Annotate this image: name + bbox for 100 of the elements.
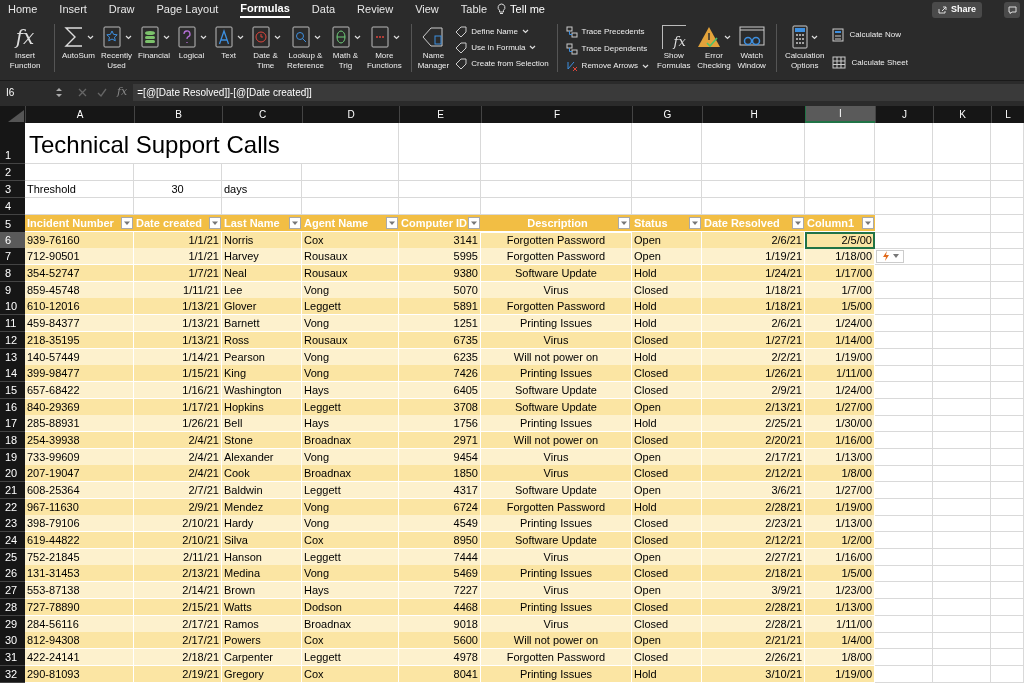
- empty-cell[interactable]: [805, 123, 875, 164]
- empty-cell[interactable]: [302, 123, 399, 164]
- function-category-button[interactable]: Financial: [135, 24, 174, 61]
- empty-cell[interactable]: [991, 215, 1024, 233]
- empty-cell[interactable]: [991, 181, 1024, 198]
- row-header[interactable]: 27: [0, 582, 25, 600]
- empty-cell[interactable]: [933, 231, 991, 249]
- empty-cell[interactable]: [991, 482, 1024, 499]
- empty-cell[interactable]: [933, 565, 991, 583]
- empty-cell[interactable]: [933, 665, 991, 683]
- row-header[interactable]: 2: [0, 164, 25, 181]
- column-header[interactable]: A: [25, 106, 134, 123]
- empty-cell[interactable]: [302, 164, 399, 181]
- empty-cell[interactable]: [991, 265, 1024, 283]
- empty-cell[interactable]: [933, 582, 991, 600]
- empty-cell[interactable]: [991, 582, 1024, 600]
- row-header[interactable]: 3: [0, 181, 25, 198]
- ribbon-small-button[interactable]: Trace Dependents: [565, 43, 650, 55]
- filter-dropdown-icon[interactable]: [468, 217, 480, 229]
- empty-cell[interactable]: [481, 164, 632, 181]
- ribbon-small-button[interactable]: Trace Precedents: [565, 26, 650, 38]
- empty-cell[interactable]: [875, 181, 933, 198]
- calculation-options-button[interactable]: Calculation Options: [784, 24, 825, 71]
- column-header[interactable]: J: [875, 106, 933, 123]
- row-header[interactable]: 4: [0, 198, 25, 215]
- empty-cell[interactable]: [933, 415, 991, 433]
- empty-cell[interactable]: [875, 164, 933, 181]
- empty-cell[interactable]: [875, 123, 933, 164]
- empty-cell[interactable]: [933, 615, 991, 633]
- empty-cell[interactable]: [991, 315, 1024, 333]
- row-header[interactable]: 1: [0, 123, 25, 164]
- column-header[interactable]: K: [933, 106, 991, 123]
- empty-cell[interactable]: [933, 348, 991, 366]
- ribbon-tab[interactable]: Formulas: [240, 0, 290, 18]
- empty-cell[interactable]: [991, 123, 1024, 164]
- auditing-button[interactable]: Error Checking: [694, 24, 734, 71]
- column-header[interactable]: L: [991, 106, 1024, 123]
- auditing-button[interactable]: fx Show Formulas: [655, 24, 693, 71]
- column-header[interactable]: B: [134, 106, 222, 123]
- ribbon-tab[interactable]: Home: [8, 1, 38, 17]
- ribbon-small-button[interactable]: Define Name: [455, 26, 549, 37]
- function-category-button[interactable]: Date & Time: [247, 24, 285, 71]
- column-header[interactable]: C: [222, 106, 302, 123]
- row-header[interactable]: 17: [0, 415, 25, 433]
- function-category-button[interactable]: AutoSum: [59, 24, 98, 61]
- row-header[interactable]: 5: [0, 215, 25, 233]
- empty-cell[interactable]: [933, 123, 991, 164]
- empty-cell[interactable]: [933, 281, 991, 299]
- empty-cell[interactable]: [991, 465, 1024, 483]
- empty-cell[interactable]: [991, 331, 1024, 349]
- ribbon-small-button[interactable]: Create from Selection: [455, 58, 549, 69]
- share-button[interactable]: Share: [932, 2, 982, 18]
- empty-cell[interactable]: [805, 164, 875, 181]
- row-header[interactable]: 14: [0, 365, 25, 383]
- empty-cell[interactable]: [933, 648, 991, 666]
- empty-cell[interactable]: [805, 181, 875, 198]
- ribbon-small-button[interactable]: Calculate Sheet: [832, 56, 908, 69]
- function-category-button[interactable]: Math & Trig: [326, 24, 364, 71]
- empty-cell[interactable]: [991, 398, 1024, 416]
- tell-me-field[interactable]: Tell me: [510, 0, 545, 18]
- empty-cell[interactable]: [933, 465, 991, 483]
- formula-field[interactable]: =[@[Date Resolved]]-[@[Date created]]: [133, 83, 1024, 101]
- empty-cell[interactable]: [933, 365, 991, 383]
- function-category-button[interactable]: More Functions: [363, 24, 405, 71]
- empty-cell[interactable]: [991, 348, 1024, 366]
- empty-cell[interactable]: [702, 181, 805, 198]
- ribbon-tab[interactable]: Page Layout: [156, 1, 219, 17]
- ribbon-small-button[interactable]: Calculate Now: [832, 28, 908, 42]
- function-category-button[interactable]: Logical: [173, 24, 211, 61]
- ribbon-tab[interactable]: Insert: [59, 1, 87, 17]
- empty-cell[interactable]: [933, 448, 991, 466]
- empty-cell[interactable]: [991, 298, 1024, 316]
- empty-cell[interactable]: [632, 123, 702, 164]
- insert-function-button[interactable]: fx Insert Function: [0, 24, 50, 71]
- empty-cell[interactable]: [991, 381, 1024, 399]
- empty-cell[interactable]: [134, 164, 222, 181]
- empty-cell[interactable]: [933, 298, 991, 316]
- empty-cell[interactable]: [991, 532, 1024, 550]
- empty-cell[interactable]: [991, 615, 1024, 633]
- function-category-button[interactable]: Lookup & Reference: [284, 24, 327, 71]
- empty-cell[interactable]: [991, 515, 1024, 533]
- empty-cell[interactable]: [991, 365, 1024, 383]
- column-header[interactable]: G: [632, 106, 702, 123]
- row-header[interactable]: 24: [0, 532, 25, 550]
- row-header[interactable]: 7: [0, 248, 25, 266]
- empty-cell[interactable]: [933, 515, 991, 533]
- row-header[interactable]: 11: [0, 315, 25, 333]
- empty-cell[interactable]: [933, 548, 991, 566]
- empty-cell[interactable]: [991, 548, 1024, 566]
- filter-dropdown-icon[interactable]: [689, 217, 701, 229]
- empty-cell[interactable]: [933, 198, 991, 215]
- empty-cell[interactable]: [632, 181, 702, 198]
- empty-cell[interactable]: [933, 532, 991, 550]
- filter-dropdown-icon[interactable]: [289, 217, 301, 229]
- empty-cell[interactable]: [991, 415, 1024, 433]
- empty-cell[interactable]: [991, 248, 1024, 266]
- filter-dropdown-icon[interactable]: [862, 217, 874, 229]
- ribbon-small-button[interactable]: Use in Formula: [455, 42, 549, 53]
- filter-dropdown-icon[interactable]: [209, 217, 221, 229]
- empty-cell[interactable]: [933, 632, 991, 650]
